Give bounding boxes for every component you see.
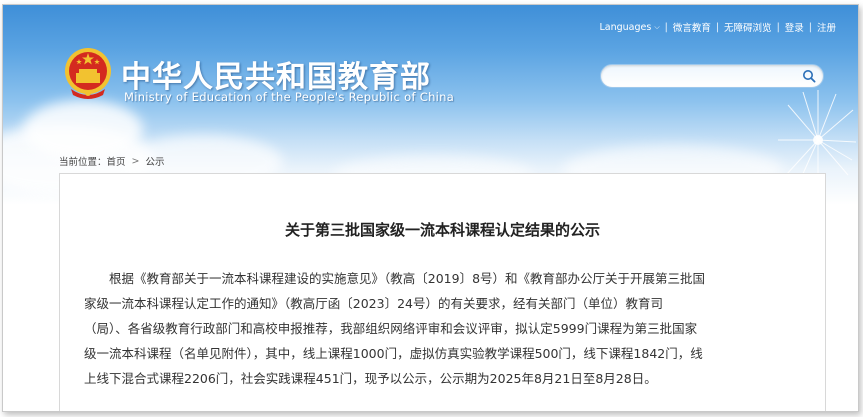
- site-subtitle: Ministry of Education of the People's Re…: [124, 90, 455, 104]
- login-link[interactable]: 登录: [785, 20, 804, 34]
- article-title: 关于第三批国家级一流本科课程认定结果的公示: [284, 221, 600, 239]
- divider: |: [715, 21, 720, 33]
- article-line: （局）、各省级教育行政部门和高校申报推荐，我部组织网络评审和会议评审，拟认定59…: [84, 321, 698, 336]
- article-panel: 关于第三批国家级一流本科课程认定结果的公示 根据《教育部关于一流本科课程建设的实…: [59, 173, 826, 411]
- search-input[interactable]: [611, 68, 796, 84]
- breadcrumb-current-link[interactable]: 公示: [146, 154, 165, 168]
- divider: |: [776, 21, 780, 33]
- register-link[interactable]: 注册: [817, 20, 836, 34]
- search-box: [600, 64, 824, 88]
- top-utility-bar: Languages ⌵ | 微言教育 | 无障碍浏览 | 登录 | 注册: [599, 20, 836, 35]
- national-emblem-icon[interactable]: [63, 45, 113, 101]
- article-line: 家级一流本科课程认定工作的通知》（教高厅函〔2023〕24号）的有关要求，经有关…: [84, 296, 663, 311]
- article-line: 级一流本科课程（名单见附件），其中，线上课程1000门，虚拟仿真实验教学课程50…: [84, 346, 703, 361]
- divider: |: [664, 21, 668, 33]
- browser-page: Languages ⌵ | 微言教育 | 无障碍浏览 | 登录 | 注册 中华人…: [2, 4, 859, 412]
- accessibility-link[interactable]: 无障碍浏览: [724, 20, 772, 34]
- article-line: 上线下混合式课程2206门，社会实践课程451门，现予以公示，公示期为2025年…: [84, 371, 657, 386]
- article-line: 根据《教育部关于一流本科课程建设的实施意见》（教高〔2019〕8号）和《教育部办…: [84, 271, 706, 286]
- languages-label: Languages: [599, 21, 652, 33]
- breadcrumb-label: 当前位置：: [59, 157, 107, 168]
- search-icon[interactable]: [802, 69, 816, 83]
- divider: |: [808, 21, 812, 33]
- article-body: 根据《教育部关于一流本科课程建设的实施意见》（教高〔2019〕8号）和《教育部办…: [84, 266, 804, 391]
- breadcrumb-home-link[interactable]: 首页: [107, 154, 126, 168]
- breadcrumb-separator: >: [131, 155, 140, 167]
- chevron-down-icon: ⌵: [654, 22, 660, 31]
- weibo-link[interactable]: 微言教育: [673, 20, 711, 34]
- cloud-decoration: [23, 100, 143, 160]
- languages-dropdown[interactable]: Languages ⌵: [599, 22, 659, 33]
- breadcrumb: 当前位置： 首页 > 公示: [59, 154, 165, 169]
